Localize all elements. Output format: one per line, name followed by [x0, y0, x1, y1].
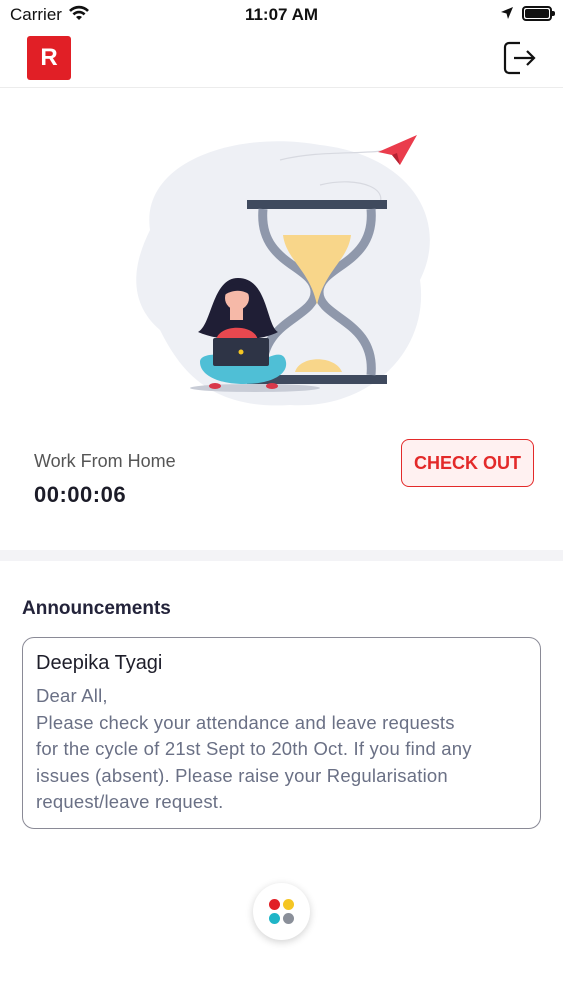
fab-dot-yellow	[283, 899, 294, 910]
app-header: R	[0, 30, 563, 88]
announcement-line: issues (absent). Please raise your Regul…	[36, 764, 448, 786]
announcement-line: Please check your attendance and leave r…	[36, 711, 455, 733]
check-out-button[interactable]: CHECK OUT	[401, 439, 534, 487]
announcement-line: request/leave request.	[36, 791, 224, 812]
announcement-body: Dear All, Please check your attendance a…	[36, 683, 527, 816]
hourglass-illustration	[136, 135, 430, 406]
elapsed-timer: 00:00:06	[34, 482, 127, 507]
app-logo[interactable]: R	[27, 36, 71, 80]
location-arrow-icon	[501, 7, 513, 19]
fab-dot-teal	[269, 913, 280, 924]
announcement-line: Dear All,	[36, 685, 108, 706]
work-mode-label: Work From Home	[34, 451, 176, 471]
announcements-title: Announcements	[22, 598, 171, 619]
announcement-line: for the cycle of 21st Sept to 20th Oct. …	[36, 738, 472, 759]
announcement-card[interactable]: Deepika Tyagi Dear All, Please check you…	[22, 637, 541, 829]
apps-menu-button[interactable]	[253, 883, 310, 940]
announcement-author: Deepika Tyagi	[36, 652, 163, 674]
fab-dot-gray	[283, 913, 294, 924]
logout-icon[interactable]	[500, 39, 538, 77]
status-bar: Carrier 11:07 AM	[0, 0, 563, 30]
section-divider	[0, 550, 563, 561]
battery-icon	[522, 6, 555, 21]
clock: 11:07 AM	[244, 5, 319, 24]
fab-dot-red	[269, 899, 280, 910]
